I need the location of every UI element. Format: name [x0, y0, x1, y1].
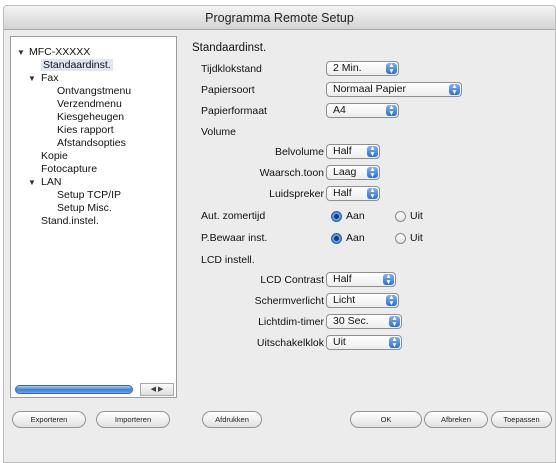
tree-item-stand-instel[interactable]: Stand.instel. [41, 215, 99, 228]
popup-arrows-icon: ▲ ▼ [449, 83, 460, 95]
remote-setup-window: Programma Remote Setup ▼ MFC-XXXXX Standa… [3, 5, 556, 463]
disclosure-triangle-icon[interactable]: ▼ [28, 72, 40, 85]
pbewaar-aan-text: Aan [346, 232, 365, 244]
schermverlicht-label: Schermverlicht [254, 295, 324, 307]
tree-item-verzendmenu[interactable]: Verzendmenu [57, 98, 122, 111]
disclosure-triangle-icon[interactable]: ▼ [17, 46, 29, 59]
tijdklokstand-select[interactable]: 2 Min. ▲ ▼ [326, 61, 399, 76]
tree-item-kies-rapport[interactable]: Kies rapport [57, 124, 114, 137]
tree-item-standaardinst[interactable]: Standaardinst. [41, 59, 113, 72]
importeren-button[interactable]: Importeren [96, 411, 170, 428]
papierformaat-select[interactable]: A4 ▲ ▼ [326, 103, 399, 118]
pbewaar-aan-radio[interactable] [331, 233, 342, 244]
settings-panel: Standaardinst. Tijdklokstand 2 Min. ▲ ▼ P… [186, 38, 551, 398]
pbewaar-inst-label: P.Bewaar inst. [201, 232, 268, 244]
lichtdim-timer-select[interactable]: 30 Sec. ▲ ▼ [326, 314, 402, 329]
volume-label: Volume [201, 126, 237, 138]
disclosure-triangle-icon[interactable]: ▼ [28, 176, 40, 189]
scroll-left-icon[interactable]: ◀ [151, 386, 156, 393]
papierformaat-label: Papierformaat [201, 105, 267, 117]
zomertijd-uit-text: Uit [410, 210, 423, 222]
scrollbar-thumb[interactable] [15, 385, 133, 394]
lcd-instell-label: LCD instell. [201, 254, 255, 266]
exporteren-button[interactable]: Exporteren [12, 411, 86, 428]
pbewaar-uit-radio[interactable] [395, 233, 406, 244]
tijdklokstand-label: Tijdklokstand [201, 63, 262, 75]
schermverlicht-select[interactable]: Licht ▲ ▼ [326, 293, 399, 308]
waarsch-toon-select[interactable]: Laag ▲ ▼ [326, 165, 380, 180]
uitschakelklok-select[interactable]: Uit ▲ ▼ [326, 335, 402, 350]
tree-item-lan[interactable]: ▼ LAN [28, 176, 61, 189]
popup-arrows-icon: ▲ ▼ [386, 294, 397, 306]
tree-item-setup-misc[interactable]: Setup Misc. [57, 202, 112, 215]
popup-arrows-icon: ▲ ▼ [389, 315, 400, 327]
popup-arrows-icon: ▲ ▼ [367, 166, 378, 178]
belvolume-select[interactable]: Half ▲ ▼ [326, 144, 380, 159]
popup-arrows-icon: ▲ ▼ [386, 104, 397, 116]
papiersoort-label: Papiersoort [201, 84, 255, 96]
waarsch-toon-label: Waarsch.toon [259, 167, 324, 179]
lichtdim-timer-label: Lichtdim-timer [258, 316, 324, 328]
pbewaar-uit-text: Uit [410, 232, 423, 244]
luidspreker-label: Luidspreker [269, 188, 324, 200]
tree-item-setup-tcpip[interactable]: Setup TCP/IP [57, 189, 121, 202]
tree-item-kiesgeheugen[interactable]: Kiesgeheugen [57, 111, 124, 124]
papiersoort-select[interactable]: Normaal Papier ▲ ▼ [326, 82, 462, 97]
popup-arrows-icon: ▲ ▼ [367, 187, 378, 199]
tree-item-afstandsopties[interactable]: Afstandsopties [57, 137, 126, 150]
luidspreker-select[interactable]: Half ▲ ▼ [326, 186, 380, 201]
popup-arrows-icon: ▲ ▼ [383, 273, 394, 285]
scroll-arrows[interactable]: ◀ ▶ [140, 383, 174, 396]
window-title: Programma Remote Setup [4, 6, 555, 30]
zomertijd-aan-text: Aan [346, 210, 365, 222]
tree-item-ontvangstmenu[interactable]: Ontvangstmenu [57, 85, 131, 98]
tree-item-fax[interactable]: ▼ Fax [28, 72, 59, 85]
lcd-contrast-label: LCD Contrast [260, 274, 324, 286]
afbreken-button[interactable]: Afbreken [424, 411, 488, 428]
scroll-right-icon[interactable]: ▶ [158, 386, 163, 393]
afdrukken-button[interactable]: Afdrukken [202, 411, 262, 428]
zomertijd-aan-radio[interactable] [331, 211, 342, 222]
popup-arrows-icon: ▲ ▼ [389, 336, 400, 348]
popup-arrows-icon: ▲ ▼ [386, 62, 397, 74]
ok-button[interactable]: OK [350, 411, 422, 428]
belvolume-label: Belvolume [274, 146, 324, 158]
tree-item-mfc[interactable]: ▼ MFC-XXXXX [17, 46, 90, 59]
panel-title: Standaardinst. [192, 42, 267, 54]
toepassen-button[interactable]: Toepassen [491, 411, 552, 428]
uitschakelklok-label: Uitschakelklok [256, 337, 324, 349]
settings-tree[interactable]: ▼ MFC-XXXXX Standaardinst. ▼ Fax Ontvangst… [10, 36, 177, 398]
tree-item-kopie[interactable]: Kopie [41, 150, 68, 163]
popup-arrows-icon: ▲ ▼ [367, 145, 378, 157]
lcd-contrast-select[interactable]: Half ▲ ▼ [326, 272, 396, 287]
zomertijd-uit-radio[interactable] [395, 211, 406, 222]
tree-horizontal-scrollbar[interactable]: ◀ ▶ [13, 383, 174, 396]
tree-item-fotocapture[interactable]: Fotocapture [41, 163, 97, 176]
aut-zomertijd-label: Aut. zomertijd [201, 210, 266, 222]
